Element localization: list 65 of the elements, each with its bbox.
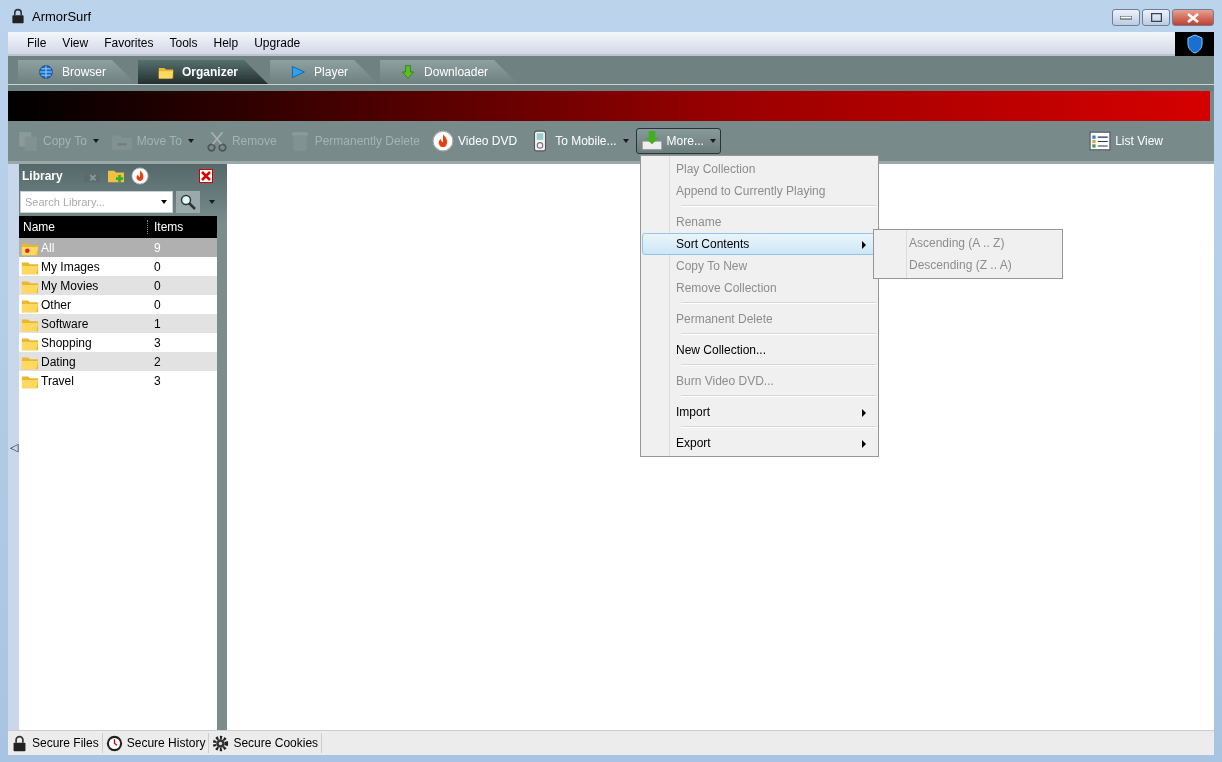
library-row[interactable]: Dating 2: [19, 352, 217, 371]
item-count: 0: [153, 297, 162, 312]
collection-name: Dating: [41, 354, 76, 369]
clock-icon: [105, 734, 123, 752]
status-button[interactable]: Secure Files: [8, 733, 103, 753]
caret-icon[interactable]: [161, 200, 167, 204]
collection-name: Shopping: [41, 335, 92, 350]
shield-icon[interactable]: [1175, 32, 1214, 56]
menu-item[interactable]: Favorites: [97, 36, 163, 50]
list-view-button[interactable]: List View: [1084, 128, 1168, 154]
flame-icon: [432, 130, 455, 152]
play-icon: [290, 64, 307, 80]
item-count: 3: [153, 335, 162, 350]
menu-item[interactable]: New Collection...: [642, 339, 877, 361]
minimize-button[interactable]: [1112, 9, 1140, 26]
list-view-icon: [1089, 130, 1112, 152]
collection-name: Software: [41, 316, 89, 331]
item-count: 2: [153, 354, 162, 369]
toolbar-button[interactable]: Video DVD: [427, 128, 523, 154]
menu-item[interactable]: Export: [642, 432, 877, 454]
menu-item[interactable]: Import: [642, 401, 877, 423]
collection-name: Other: [41, 297, 71, 312]
collection-name: Travel: [41, 373, 74, 388]
menu-item[interactable]: Upgrade: [247, 36, 310, 50]
item-count: 3: [153, 373, 162, 388]
item-count: 9: [153, 240, 162, 255]
close-icon[interactable]: [199, 169, 213, 183]
close-icon: [1187, 12, 1199, 23]
collection-name: My Movies: [41, 278, 99, 293]
install-icon: [640, 130, 663, 152]
maximize-button[interactable]: [1142, 9, 1170, 26]
tab[interactable]: Organizer: [138, 60, 269, 84]
download-icon: [400, 64, 417, 80]
globe-icon: [38, 64, 54, 80]
close-button[interactable]: [1172, 9, 1214, 26]
folder-add-icon[interactable]: [106, 168, 125, 184]
lock-icon: [10, 8, 26, 24]
menu-item[interactable]: Help: [206, 36, 248, 50]
toolbar-button[interactable]: More...: [635, 128, 721, 154]
column-header[interactable]: Name: [19, 220, 147, 234]
search-button[interactable]: [176, 191, 200, 213]
scissors-icon: [205, 130, 228, 152]
gear-icon: [212, 734, 230, 752]
menu-item[interactable]: View: [55, 36, 98, 50]
library-row[interactable]: My Movies 0: [19, 276, 217, 295]
flame-icon: [130, 167, 149, 185]
menu-item[interactable]: File: [20, 36, 56, 50]
collection-name: All: [41, 240, 55, 255]
menu-item[interactable]: Tools: [162, 36, 207, 50]
column-header[interactable]: Items: [147, 220, 217, 234]
item-count: 0: [153, 259, 162, 274]
toolbar-button[interactable]: To Mobile...: [524, 128, 634, 154]
status-button[interactable]: Secure History: [102, 733, 210, 753]
maximize-icon: [1150, 13, 1162, 22]
panel-title: Library: [22, 169, 63, 183]
window-title: ArmorSurf: [32, 8, 93, 24]
status-button[interactable]: Secure Cookies: [209, 733, 323, 753]
collection-name: My Images: [41, 259, 100, 274]
library-row[interactable]: Software 1: [19, 314, 217, 333]
lock-icon: [11, 734, 28, 752]
item-count: 0: [153, 278, 162, 293]
search-field[interactable]: Search Library...: [20, 191, 173, 213]
collapse-toggle[interactable]: ◁: [9, 440, 18, 454]
minimize-icon: [1120, 15, 1132, 20]
item-count: 1: [153, 316, 162, 331]
